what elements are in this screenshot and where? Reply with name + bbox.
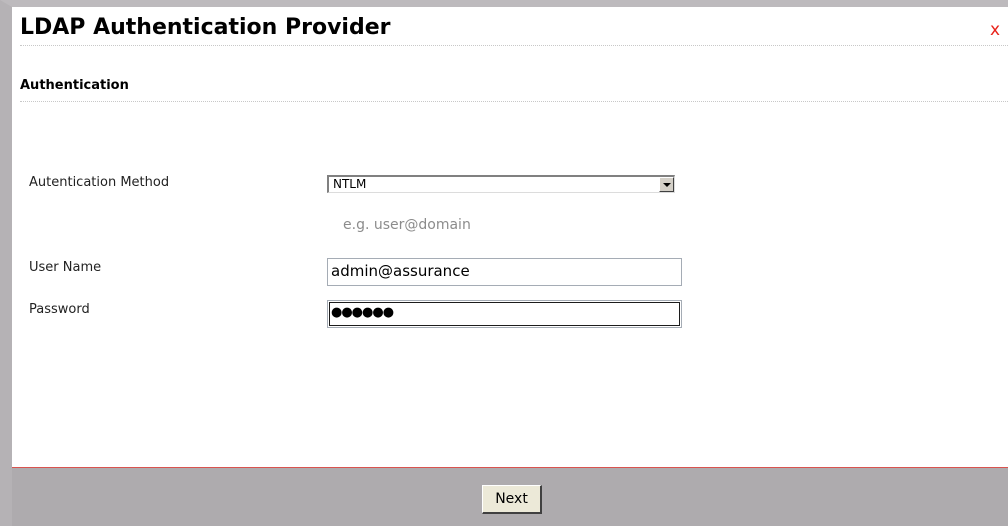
next-button[interactable]: Next <box>482 485 542 514</box>
auth-method-value: NTLM <box>333 177 367 191</box>
dialog-window: LDAP Authentication Provider x Authentic… <box>0 0 1008 526</box>
chevron-down-icon[interactable] <box>659 177 674 192</box>
dialog-title: LDAP Authentication Provider <box>20 15 391 40</box>
username-input[interactable]: admin@assurance <box>327 258 682 286</box>
username-value: admin@assurance <box>331 262 470 280</box>
title-divider <box>20 45 1008 46</box>
password-value: ●●●●●● <box>331 305 394 320</box>
auth-method-label: Autentication Method <box>29 175 170 190</box>
close-icon[interactable]: x <box>990 20 1000 40</box>
dialog-footer: Next <box>12 467 1008 526</box>
section-title: Authentication <box>20 78 129 93</box>
username-label: User Name <box>29 260 102 275</box>
password-input[interactable]: ●●●●●● <box>327 300 682 328</box>
username-hint: e.g. user@domain <box>343 217 471 233</box>
password-label: Password <box>29 302 90 317</box>
section-divider <box>20 101 1008 102</box>
auth-method-select[interactable]: NTLM <box>327 175 675 193</box>
